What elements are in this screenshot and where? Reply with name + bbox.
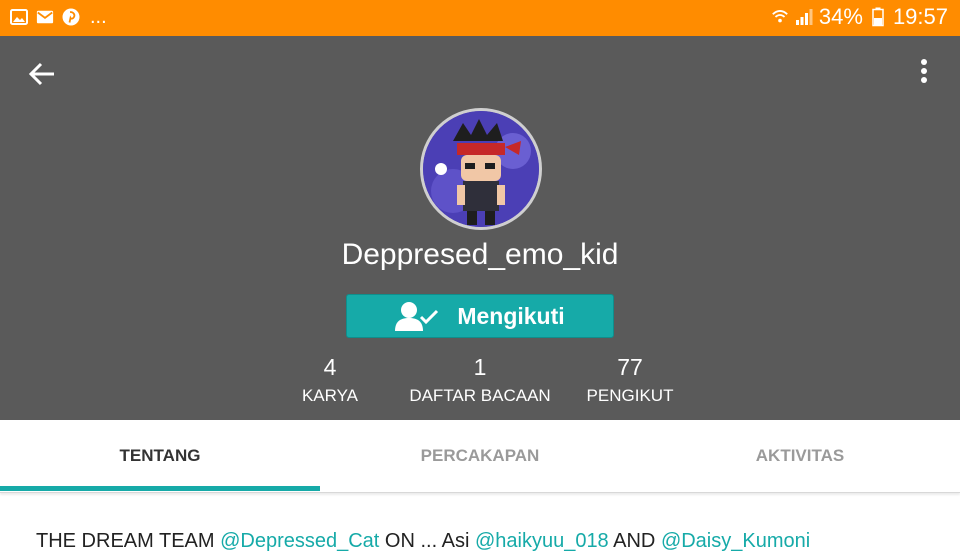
- back-button[interactable]: [26, 58, 58, 90]
- arrow-left-icon: [28, 62, 54, 86]
- stat-followers-value: 77: [617, 354, 643, 380]
- battery-icon: [869, 7, 887, 27]
- battery-percent: 34%: [818, 4, 863, 29]
- user-check-icon: [395, 302, 439, 331]
- active-tab-indicator: [0, 486, 320, 491]
- about-text-part: AND: [608, 530, 661, 552]
- tab-activity[interactable]: AKTIVITAS: [640, 420, 960, 492]
- about-text-part: THE DREAM TEAM: [36, 530, 221, 552]
- profile-username: Deppresed_emo_kid: [341, 238, 619, 271]
- stat-followers-label: PENGIKUT: [586, 386, 674, 405]
- wifi-icon: [771, 8, 789, 26]
- status-bar: ... 34% 19:57: [0, 0, 960, 36]
- mention-link[interactable]: @Daisy_Kumoni: [661, 530, 810, 552]
- mention-link[interactable]: @Depressed_Cat: [220, 530, 379, 552]
- pinterest-icon: [62, 8, 80, 26]
- following-button[interactable]: Mengikuti: [346, 294, 614, 338]
- signal-icon: [795, 8, 813, 26]
- profile-stats: 4 KARYA 1 DAFTAR BACAAN 77 PENGIKUT: [0, 354, 960, 414]
- notification-icons: ...: [10, 6, 107, 28]
- profile-tabs: TENTANG PERCAKAPAN AKTIVITAS: [0, 420, 960, 493]
- tab-conversations[interactable]: PERCAKAPAN: [320, 420, 640, 492]
- overflow-menu-button[interactable]: [912, 56, 936, 88]
- image-icon: [10, 8, 28, 26]
- avatar-image: [423, 111, 539, 227]
- stat-followers[interactable]: 77 PENGIKUT: [530, 354, 730, 406]
- mention-link[interactable]: @haikyuu_018: [475, 530, 609, 552]
- avatar[interactable]: [420, 108, 542, 230]
- about-text-part: ON ... Asi: [379, 530, 475, 552]
- more-vertical-icon: [921, 59, 927, 83]
- system-status: 34% 19:57: [771, 4, 948, 30]
- following-button-label: Mengikuti: [457, 302, 565, 329]
- clock: 19:57: [892, 4, 948, 29]
- profile-header: Deppresed_emo_kid Mengikuti 4 KARYA 1 DA…: [0, 36, 960, 420]
- tab-about[interactable]: TENTANG: [0, 420, 320, 492]
- mail-icon: [36, 8, 54, 26]
- more-notifications: ...: [90, 6, 107, 28]
- about-text: THE DREAM TEAM @Depressed_Cat ON ... Asi…: [36, 530, 936, 553]
